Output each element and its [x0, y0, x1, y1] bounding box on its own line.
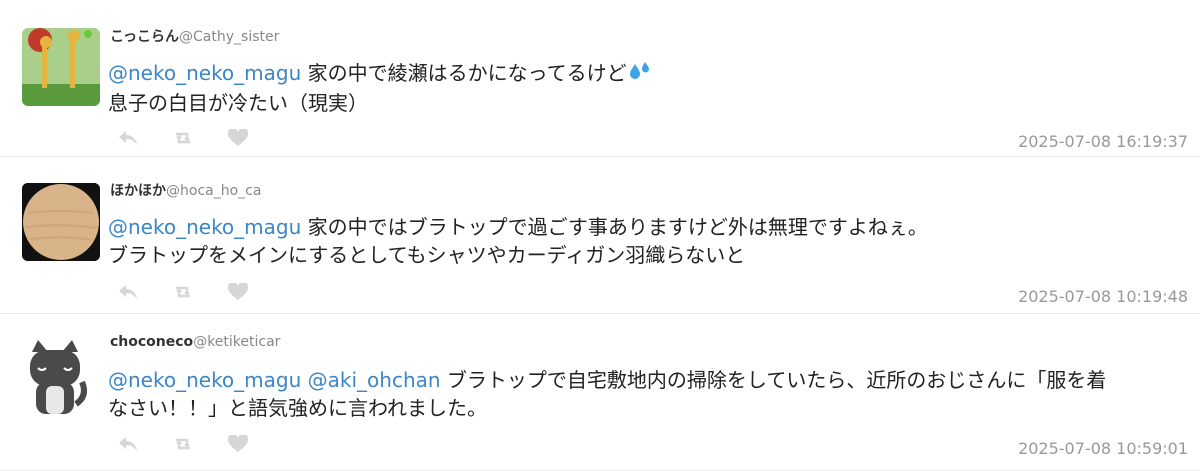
tweet-text: @neko_neko_magu @aki_ohchan ブラトップで自宅敷地内の…: [108, 366, 1186, 422]
display-name[interactable]: ほかほか: [110, 183, 166, 199]
timestamp: 2025-07-08 16:19:37: [1018, 132, 1188, 151]
handle[interactable]: @ketiketicar: [193, 334, 280, 350]
mention-link[interactable]: @neko_neko_magu @aki_ohchan: [108, 368, 441, 392]
like-icon[interactable]: [228, 129, 248, 147]
timestamp: 2025-07-08 10:59:01: [1018, 439, 1188, 458]
mention-link[interactable]: @neko_neko_magu: [108, 61, 301, 85]
like-icon[interactable]: [228, 435, 248, 453]
tweet-text-line2: 息子の白目が冷たい（現実）: [108, 91, 368, 115]
retweet-icon[interactable]: [172, 284, 194, 300]
display-name[interactable]: choconeco: [110, 334, 193, 350]
cat-icon: [22, 338, 100, 416]
tweet-actions: [118, 283, 248, 301]
retweet-icon[interactable]: [172, 436, 194, 452]
tweet-actions: [118, 435, 248, 453]
wood-circle-icon: [22, 183, 100, 261]
tweet-actions: [118, 129, 248, 147]
tweet-text: @neko_neko_magu 家の中で綾瀬はるかになってるけど 息子の白目が冷…: [108, 59, 1186, 117]
handle[interactable]: @hoca_ho_ca: [166, 183, 261, 199]
like-icon[interactable]: [228, 283, 248, 301]
tweet-text-line1: 家の中ではブラトップで過ごす事ありますけど外は無理ですよねぇ。: [301, 215, 928, 239]
tweet-item: ほかほか@hoca_ho_ca @neko_neko_magu 家の中ではブラト…: [0, 157, 1200, 314]
tweet-text-line2: なさい！！」と語気強めに言われました。: [108, 396, 487, 420]
tweet-item: choconeco@ketiketicar @neko_neko_magu @a…: [0, 314, 1200, 471]
droplets-icon: [629, 61, 651, 89]
tweet-text: @neko_neko_magu 家の中ではブラトップで過ごす事ありますけど外は無…: [108, 213, 1186, 269]
avatar[interactable]: [22, 183, 100, 261]
tweet-text-line1: 家の中で綾瀬はるかになってるけど: [301, 61, 627, 85]
reply-icon[interactable]: [118, 130, 138, 146]
avatar[interactable]: [22, 28, 100, 106]
display-name[interactable]: こっこらん: [110, 29, 179, 45]
giraffe-painting-icon: [22, 28, 100, 106]
tweet-text-line2: ブラトップをメインにするとしてもシャツやカーディガン羽織らないと: [108, 243, 746, 267]
retweet-icon[interactable]: [172, 130, 194, 146]
handle[interactable]: @Cathy_sister: [179, 29, 279, 45]
timestamp: 2025-07-08 10:19:48: [1018, 287, 1188, 306]
avatar[interactable]: [22, 338, 100, 416]
tweet-header: ほかほか@hoca_ho_ca: [110, 180, 261, 200]
mention-link[interactable]: @neko_neko_magu: [108, 215, 301, 239]
tweet-text-line1: ブラトップで自宅敷地内の掃除をしていたら、近所のおじさんに「服を着: [440, 368, 1107, 392]
reply-icon[interactable]: [118, 284, 138, 300]
reply-icon[interactable]: [118, 436, 138, 452]
tweet-item: こっこらん@Cathy_sister @neko_neko_magu 家の中で綾…: [0, 0, 1200, 157]
tweet-header: choconeco@ketiketicar: [110, 334, 280, 350]
tweet-header: こっこらん@Cathy_sister: [110, 26, 279, 46]
